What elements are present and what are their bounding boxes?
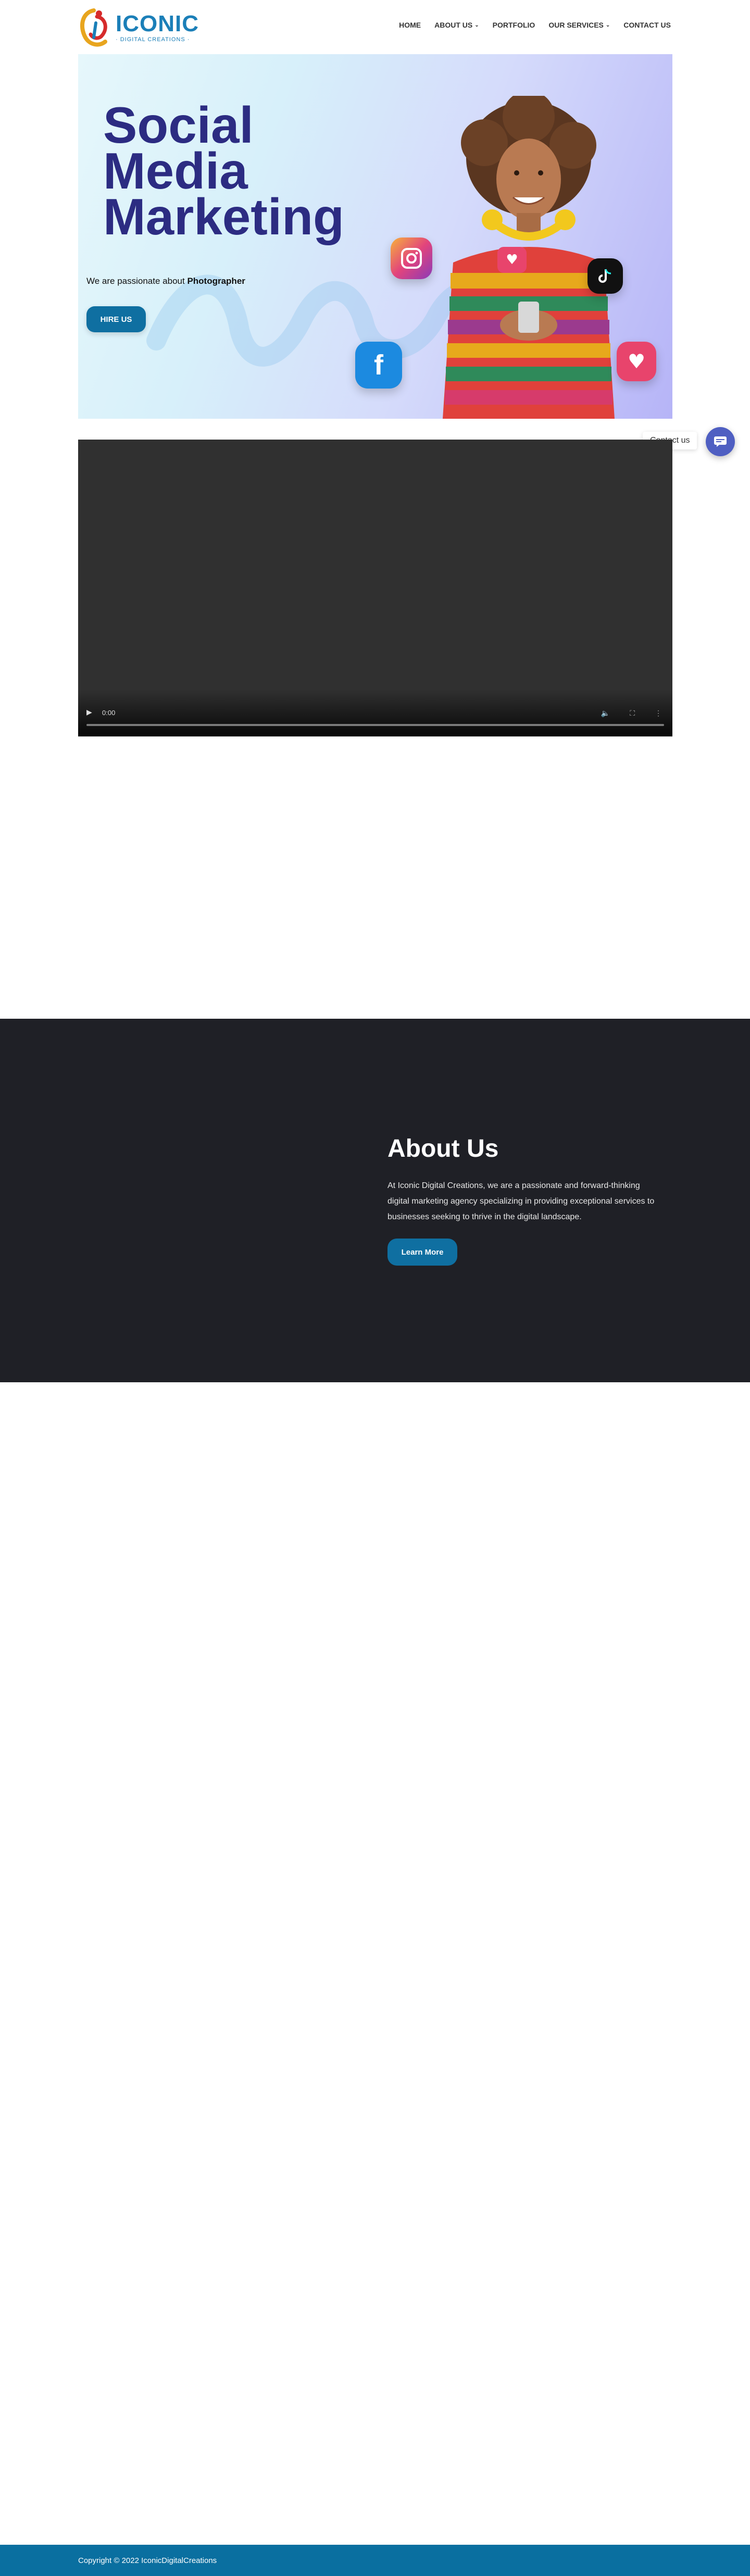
hero-title-line: Social xyxy=(103,96,254,154)
nav-about-us-label: ABOUT US xyxy=(434,21,473,29)
site-logo[interactable]: ICONIC · DIGITAL CREATIONS · xyxy=(78,7,198,48)
message-icon xyxy=(714,436,727,447)
logo-wordmark: ICONIC xyxy=(116,11,199,36)
site-header: ICONIC · DIGITAL CREATIONS · HOME ABOUT … xyxy=(0,0,750,54)
nav-our-services[interactable]: OUR SERVICES ⌄ xyxy=(548,21,610,29)
chevron-down-icon: ⌄ xyxy=(605,22,610,28)
copyright-text: Copyright © 2022 IconicDigitalCreations xyxy=(78,2556,217,2565)
svg-text:♥: ♥ xyxy=(506,252,518,268)
play-icon[interactable]: ▶ xyxy=(86,708,92,717)
heart-like-icon: ♥ xyxy=(617,342,656,381)
hero-person-image: ♥ xyxy=(401,91,651,419)
hero-title-line: Media xyxy=(103,142,248,199)
about-title: About Us xyxy=(388,1135,499,1162)
instagram-icon xyxy=(391,237,432,279)
nav-contact-us-label: CONTACT US xyxy=(623,21,671,29)
hire-us-button[interactable]: HIRE US xyxy=(86,306,146,332)
hero-tagline: We are passionate about Photographer xyxy=(86,276,245,286)
nav-about-us[interactable]: ABOUT US ⌄ xyxy=(434,21,479,29)
hero-tagline-highlight: Photographer xyxy=(187,276,245,286)
video-control-icons: 🔈 ⛶ ⋮ xyxy=(601,709,662,718)
video-time: 0:00 xyxy=(102,709,116,717)
site-footer: Copyright © 2022 IconicDigitalCreations xyxy=(0,2545,750,2576)
more-options-icon[interactable]: ⋮ xyxy=(655,709,662,718)
video-player[interactable]: ▶ 0:00 🔈 ⛶ ⋮ xyxy=(78,440,672,736)
hero-title-line: Marketing xyxy=(103,188,344,245)
contact-widget-button[interactable] xyxy=(706,427,735,456)
nav-portfolio[interactable]: PORTFOLIO xyxy=(493,21,535,29)
chevron-down-icon: ⌄ xyxy=(474,22,479,28)
learn-more-button[interactable]: Learn More xyxy=(388,1239,457,1266)
nav-home[interactable]: HOME xyxy=(399,21,421,29)
video-progress-bar[interactable] xyxy=(86,724,664,726)
tiktok-icon xyxy=(588,258,623,294)
hero-tagline-prefix: We are passionate about xyxy=(86,276,188,286)
about-section: About Us At Iconic Digital Creations, we… xyxy=(0,1019,750,1382)
hero-title: Social Media Marketing xyxy=(103,96,344,245)
nav-our-services-label: OUR SERVICES xyxy=(548,21,604,29)
logo-tagline: · DIGITAL CREATIONS · xyxy=(116,36,190,43)
video-controls: ▶ 0:00 🔈 ⛶ ⋮ xyxy=(78,690,672,736)
volume-icon[interactable]: 🔈 xyxy=(601,709,610,718)
hero-banner: Social Media Marketing We are passionate… xyxy=(78,54,672,419)
nav-contact-us[interactable]: CONTACT US xyxy=(623,21,671,29)
logo-emblem-icon xyxy=(80,8,107,47)
facebook-icon: f xyxy=(355,342,402,389)
fullscreen-icon[interactable]: ⛶ xyxy=(630,709,635,718)
nav-portfolio-label: PORTFOLIO xyxy=(492,21,535,29)
nav-home-label: HOME xyxy=(399,21,421,29)
about-text: At Iconic Digital Creations, we are a pa… xyxy=(388,1181,655,1221)
main-nav: HOME ABOUT US ⌄ PORTFOLIO OUR SERVICES ⌄… xyxy=(399,21,671,29)
